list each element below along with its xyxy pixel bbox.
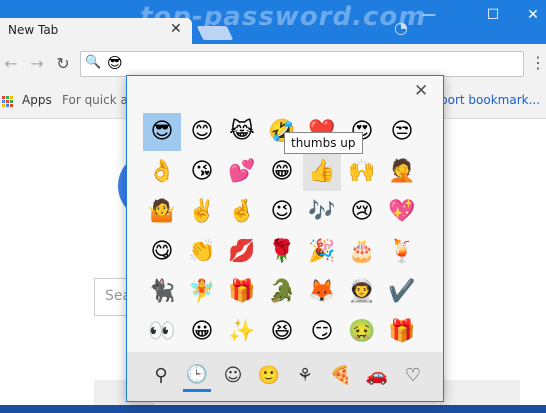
emoji-item[interactable]: 😁 bbox=[263, 153, 301, 191]
emoji-item[interactable]: 👍 bbox=[303, 153, 341, 191]
emoji-item[interactable]: 🤦 bbox=[383, 153, 421, 191]
bookmarks-hint: For quick ac bbox=[62, 93, 135, 107]
category-recent-icon[interactable]: 🕒 bbox=[183, 361, 211, 392]
emoji-category-bar: ⚲ 🕒 ☺ 🙂 ⚘ 🍕 🚗 ♡ bbox=[127, 352, 443, 401]
emoji-item[interactable]: 🤷 bbox=[143, 193, 181, 231]
forward-button[interactable]: → bbox=[26, 53, 48, 75]
category-travel-icon[interactable]: 🚗 bbox=[363, 362, 391, 390]
emoji-item[interactable]: 🐊 bbox=[263, 273, 301, 311]
close-icon[interactable]: ✕ bbox=[414, 81, 428, 101]
emoji-item[interactable]: 🙌 bbox=[343, 153, 381, 191]
emoji-item[interactable]: ✔️ bbox=[383, 273, 421, 311]
category-symbols-icon[interactable]: ♡ bbox=[399, 362, 427, 390]
emoji-item[interactable]: ✌️ bbox=[183, 193, 221, 231]
emoji-item[interactable]: 😊 bbox=[183, 113, 221, 151]
category-people-icon[interactable]: 🙂 bbox=[255, 362, 283, 390]
category-smiley-icon[interactable]: ☺ bbox=[219, 362, 247, 390]
emoji-item[interactable]: 😀 bbox=[183, 313, 221, 351]
apps-grid-icon[interactable] bbox=[2, 96, 14, 108]
emoji-item[interactable]: 😎 bbox=[143, 113, 181, 151]
emoji-item[interactable]: 😘 bbox=[183, 153, 221, 191]
search-icon: 🔍 bbox=[85, 55, 102, 70]
emoji-item[interactable]: 😏 bbox=[303, 313, 341, 351]
emoji-item[interactable]: 🧚 bbox=[183, 273, 221, 311]
reload-button[interactable]: ↻ bbox=[52, 53, 74, 75]
tab-close-icon[interactable]: ✕ bbox=[170, 21, 182, 37]
emoji-item[interactable]: 😢 bbox=[343, 193, 381, 231]
taskbar bbox=[0, 405, 546, 413]
emoji-item[interactable]: 🎶 bbox=[303, 193, 341, 231]
emoji-item[interactable]: 👌 bbox=[143, 153, 181, 191]
import-bookmarks-link[interactable]: port bookmark... bbox=[440, 93, 540, 107]
emoji-item[interactable]: 💖 bbox=[383, 193, 421, 231]
close-window-button[interactable]: ✕ bbox=[520, 0, 546, 30]
emoji-item[interactable]: 🎉 bbox=[303, 233, 341, 271]
tab-title: New Tab bbox=[8, 23, 59, 37]
address-input-value[interactable]: 😎 bbox=[107, 54, 123, 72]
minimize-button[interactable]: — bbox=[406, 0, 452, 30]
address-bar[interactable]: 🔍 😎 bbox=[80, 51, 524, 77]
emoji-item[interactable]: 😒 bbox=[383, 113, 421, 151]
emoji-item[interactable]: 🐈‍⬛ bbox=[143, 273, 181, 311]
apps-link[interactable]: Apps bbox=[22, 93, 52, 107]
emoji-item[interactable]: 👏 bbox=[183, 233, 221, 271]
emoji-item[interactable]: 🤞 bbox=[223, 193, 261, 231]
emoji-item[interactable]: 😆 bbox=[263, 313, 301, 351]
back-button[interactable]: ← bbox=[0, 53, 22, 75]
emoji-item[interactable]: 😹 bbox=[223, 113, 261, 151]
menu-icon[interactable]: ⋮ bbox=[530, 53, 546, 72]
emoji-item[interactable]: 👀 bbox=[143, 313, 181, 351]
emoji-item[interactable]: 🎁 bbox=[223, 273, 261, 311]
emoji-item[interactable]: 🦊 bbox=[303, 273, 341, 311]
emoji-item[interactable]: 👨‍🚀 bbox=[343, 273, 381, 311]
emoji-item[interactable]: 🌹 bbox=[263, 233, 301, 271]
new-tab-button[interactable] bbox=[196, 26, 234, 40]
category-food-icon[interactable]: 🍕 bbox=[327, 362, 355, 390]
category-nature-icon[interactable]: ⚘ bbox=[291, 362, 319, 390]
emoji-item[interactable]: 🍹 bbox=[383, 233, 421, 271]
maximize-button[interactable]: ☐ bbox=[470, 0, 516, 30]
emoji-panel: ✕ 😎😊😹🤣❤️😍😒👌😘💕😁👍🙌🤦🤷✌️🤞😉🎶😢💖😋👏💋🌹🎉🎂🍹🐈‍⬛🧚🎁🐊🦊👨… bbox=[126, 75, 444, 402]
emoji-item[interactable]: 🎁 bbox=[383, 313, 421, 351]
emoji-item[interactable]: 💕 bbox=[223, 153, 261, 191]
category-search-icon[interactable]: ⚲ bbox=[147, 362, 175, 390]
title-bar: top-password.com New Tab ✕ ◔ — ☐ ✕ bbox=[0, 0, 546, 44]
emoji-item[interactable]: 🤢 bbox=[343, 313, 381, 351]
emoji-item[interactable]: ✨ bbox=[223, 313, 261, 351]
emoji-item[interactable]: 💋 bbox=[223, 233, 261, 271]
emoji-item[interactable]: 😋 bbox=[143, 233, 181, 271]
emoji-item[interactable]: 🎂 bbox=[343, 233, 381, 271]
tab-new-tab[interactable]: New Tab ✕ bbox=[0, 18, 192, 44]
emoji-item[interactable]: 😉 bbox=[263, 193, 301, 231]
emoji-tooltip: thumbs up bbox=[284, 132, 363, 154]
